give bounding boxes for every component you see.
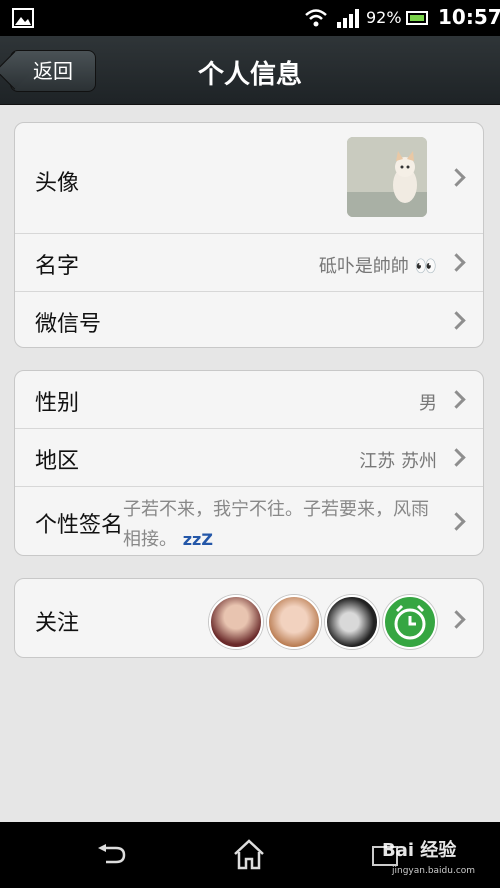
- follow-row[interactable]: 关注: [15, 579, 483, 657]
- gallery-icon: [12, 8, 34, 28]
- followed-account-avatar: [209, 595, 263, 649]
- region-label: 地区: [35, 449, 80, 474]
- watermark: Bai 经验: [382, 840, 457, 861]
- chevron-right-icon: [447, 448, 466, 467]
- followed-account-avatar: [383, 595, 437, 649]
- chevron-right-icon: [447, 390, 466, 409]
- gender-row[interactable]: 性别 男: [15, 371, 483, 429]
- wifi-icon: [305, 9, 327, 27]
- alarm-clock-icon: [394, 604, 426, 640]
- avatar-label: 头像: [35, 171, 80, 196]
- signature-value: 子若不来，我宁不往。子若要来，风雨相接。 zzZ: [123, 495, 443, 555]
- avatar-row[interactable]: 头像: [15, 123, 483, 234]
- avatar: [347, 137, 427, 217]
- followed-account-avatar: [267, 595, 321, 649]
- profile-details-card: 性别 男 地区 江苏 苏州 个性签名 子若不来，我宁不往。子若要来，风雨相接。 …: [14, 370, 484, 556]
- signature-row[interactable]: 个性签名 子若不来，我宁不往。子若要来，风雨相接。 zzZ: [15, 487, 483, 555]
- clock: 10:57: [438, 5, 500, 29]
- profile-basic-card: 头像 名字 砥卟是帥帥 👀 微信号: [14, 122, 484, 348]
- watermark-url: jingyan.baidu.com: [392, 866, 476, 876]
- region-value: 江苏 苏州: [359, 451, 437, 472]
- battery-level: 92%: [366, 8, 402, 27]
- gender-label: 性别: [35, 391, 80, 416]
- followed-account-avatar: [325, 595, 379, 649]
- sleep-emoji: zzZ: [182, 530, 213, 549]
- chevron-right-icon: [447, 610, 466, 629]
- chevron-right-icon: [447, 168, 466, 187]
- system-nav-bar: Bai 经验 jingyan.baidu.com: [0, 822, 500, 888]
- region-row[interactable]: 地区 江苏 苏州: [15, 429, 483, 487]
- follow-card: 关注: [14, 578, 484, 658]
- gender-value: 男: [419, 393, 437, 414]
- chevron-right-icon: [447, 311, 466, 330]
- chevron-right-icon: [447, 253, 466, 272]
- battery-icon: [406, 11, 428, 25]
- page-title: 个人信息: [197, 60, 302, 90]
- follow-label: 关注: [35, 611, 80, 636]
- wechat-id-row[interactable]: 微信号: [15, 292, 483, 347]
- name-row[interactable]: 名字 砥卟是帥帥 👀: [15, 234, 483, 292]
- signature-label: 个性签名: [35, 513, 124, 538]
- wechat-id-label: 微信号: [35, 312, 102, 337]
- name-label: 名字: [35, 254, 80, 279]
- nav-bar: 返回 个人信息: [0, 36, 500, 105]
- chevron-right-icon: [447, 512, 466, 531]
- status-bar: 92% 10:57: [0, 0, 500, 36]
- signature-text: 子若不来，我宁不往。子若要来，风雨相接。: [123, 499, 429, 550]
- name-value: 砥卟是帥帥 👀: [318, 256, 437, 277]
- signal-icon: [337, 9, 359, 28]
- back-nav-icon[interactable]: [94, 844, 126, 866]
- home-icon[interactable]: [232, 838, 266, 870]
